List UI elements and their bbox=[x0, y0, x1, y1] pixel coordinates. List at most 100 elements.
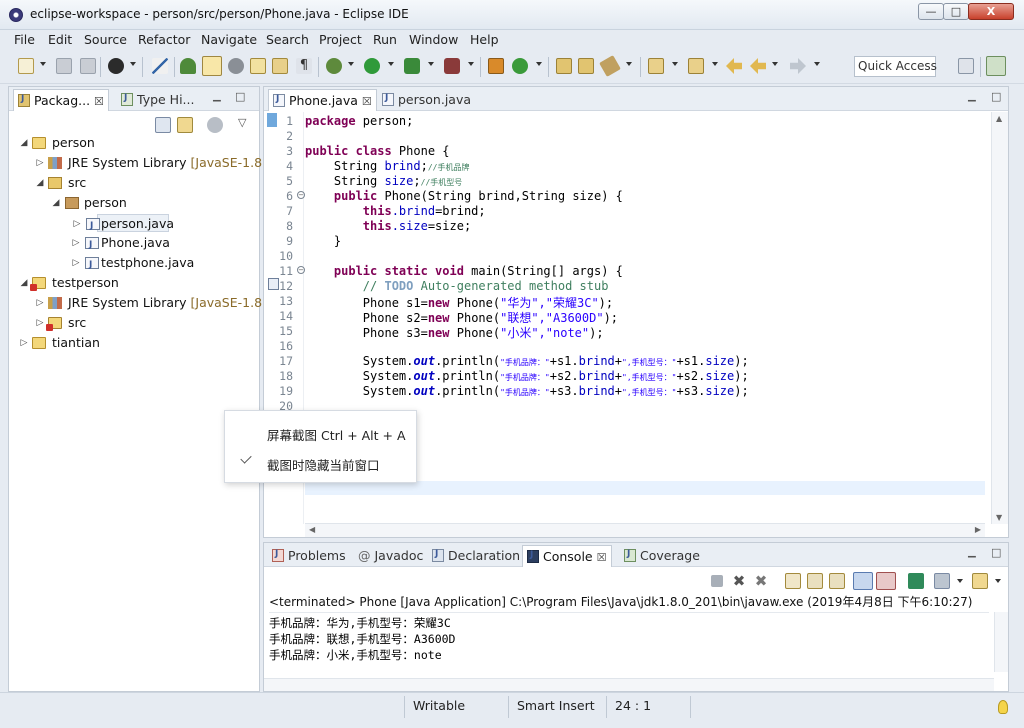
console-vertical-scrollbar[interactable] bbox=[994, 612, 1008, 672]
fold-toggle-icon[interactable]: − bbox=[297, 191, 305, 199]
scroll-lock-icon[interactable] bbox=[807, 573, 823, 589]
open-project-icon[interactable] bbox=[556, 58, 572, 74]
pilcrow-icon[interactable]: ¶ bbox=[296, 58, 312, 74]
tree-item-person-project[interactable]: ◢ person bbox=[9, 134, 259, 152]
lightbulb-icon[interactable] bbox=[998, 700, 1008, 714]
java-perspective-icon[interactable] bbox=[986, 56, 1006, 76]
chevron-down-icon[interactable] bbox=[772, 62, 778, 66]
forward-arrow-icon[interactable] bbox=[790, 58, 806, 74]
menu-item-hide-window[interactable]: 截图时隐藏当前窗口 bbox=[267, 455, 380, 474]
chevron-down-icon[interactable] bbox=[626, 62, 632, 66]
debug-icon[interactable] bbox=[326, 58, 342, 74]
show-on-stderr-icon[interactable] bbox=[876, 572, 896, 590]
tab-type-hierarchy[interactable]: Type Hi... bbox=[117, 89, 198, 111]
task-icon[interactable] bbox=[250, 58, 266, 74]
search-icon[interactable] bbox=[228, 58, 244, 74]
minimize-button[interactable]: — bbox=[918, 3, 944, 20]
tree-item-phone-java[interactable]: ▷ Phone.java bbox=[9, 234, 259, 254]
save-all-icon[interactable] bbox=[80, 58, 96, 74]
maximize-view-icon[interactable]: □ bbox=[235, 90, 245, 103]
clear-console-icon[interactable] bbox=[785, 573, 801, 589]
tree-item-tiantian-project[interactable]: ▷ tiantian bbox=[9, 334, 259, 352]
new-package-icon[interactable] bbox=[488, 58, 504, 74]
show-on-stdout-icon[interactable] bbox=[853, 572, 873, 590]
tree-item-jre-library[interactable]: ▷ JRE System Library [JavaSE-1.8] bbox=[9, 154, 267, 172]
vertical-scrollbar[interactable]: ▲ ▼ bbox=[991, 112, 1008, 524]
display-console-icon[interactable] bbox=[934, 573, 950, 589]
minimize-view-icon[interactable]: ▁ bbox=[213, 91, 221, 102]
horizontal-scrollbar[interactable]: ◀ ▶ bbox=[305, 523, 985, 537]
chevron-down-icon[interactable] bbox=[130, 62, 136, 66]
open-type-icon[interactable] bbox=[180, 58, 196, 74]
close-window-button[interactable]: X bbox=[968, 3, 1014, 20]
collapse-icon[interactable]: ▷ bbox=[35, 314, 45, 332]
menu-source[interactable]: Source bbox=[84, 32, 127, 47]
back-arrow-icon[interactable] bbox=[750, 58, 766, 74]
chevron-down-icon[interactable] bbox=[957, 579, 963, 583]
annotation-icon[interactable] bbox=[272, 58, 288, 74]
console-horizontal-scrollbar[interactable] bbox=[264, 678, 994, 691]
skip-breakpoints-icon[interactable] bbox=[152, 58, 168, 74]
chevron-down-icon[interactable] bbox=[712, 62, 718, 66]
tree-item-jre-library-2[interactable]: ▷ JRE System Library [JavaSE-1.8] bbox=[9, 294, 267, 312]
expand-icon[interactable]: ◢ bbox=[51, 194, 61, 212]
expand-icon[interactable]: ◢ bbox=[35, 174, 45, 192]
minimize-view-icon[interactable]: ▁ bbox=[968, 91, 976, 102]
expand-icon[interactable]: ◢ bbox=[19, 274, 29, 292]
menu-refactor[interactable]: Refactor bbox=[138, 32, 190, 47]
collapse-icon[interactable]: ▷ bbox=[72, 215, 82, 233]
scroll-right-icon[interactable]: ▶ bbox=[975, 525, 981, 534]
last-edit-icon[interactable] bbox=[726, 58, 742, 74]
minimize-view-icon[interactable]: ▁ bbox=[968, 547, 976, 558]
filter-icon[interactable] bbox=[207, 117, 223, 133]
tab-problems[interactable]: Problems bbox=[268, 545, 350, 567]
tree-item-testphone-java[interactable]: ▷ testphone.java bbox=[9, 254, 259, 274]
tab-package-explorer[interactable]: Packag...☒ bbox=[13, 89, 109, 111]
collapse-icon[interactable]: ▷ bbox=[35, 294, 45, 312]
menu-run[interactable]: Run bbox=[373, 32, 397, 47]
mark-occurrences-icon[interactable] bbox=[202, 56, 222, 76]
menu-item-screenshot[interactable]: 屏幕截图 Ctrl + Alt + A bbox=[267, 425, 406, 444]
chevron-down-icon[interactable] bbox=[40, 62, 46, 66]
terminate-icon[interactable] bbox=[711, 575, 723, 587]
new-icon[interactable] bbox=[18, 58, 34, 74]
remove-all-launches-icon[interactable]: ✖ bbox=[753, 573, 769, 589]
tab-coverage[interactable]: Coverage bbox=[620, 545, 704, 567]
open-console-icon[interactable] bbox=[972, 573, 988, 589]
word-wrap-icon[interactable] bbox=[829, 573, 845, 589]
menu-file[interactable]: File bbox=[14, 32, 35, 47]
menu-help[interactable]: Help bbox=[470, 32, 499, 47]
menu-navigate[interactable]: Navigate bbox=[201, 32, 257, 47]
console-output[interactable]: 手机品牌：华为,手机型号：荣耀3C 手机品牌：联想,手机型号：A3600D 手机… bbox=[269, 612, 989, 672]
collapse-icon[interactable]: ▷ bbox=[35, 154, 45, 172]
previous-annotation-icon[interactable] bbox=[688, 58, 704, 74]
tree-item-person-package[interactable]: ◢ person bbox=[9, 194, 259, 212]
menu-project[interactable]: Project bbox=[319, 32, 362, 47]
task-marker-icon[interactable] bbox=[268, 278, 279, 290]
maximize-button[interactable]: □ bbox=[943, 3, 969, 20]
tab-console[interactable]: Console ☒ bbox=[522, 545, 612, 567]
tab-phone-java[interactable]: Phone.java ☒ bbox=[268, 89, 377, 111]
expand-icon[interactable]: ◢ bbox=[19, 134, 29, 152]
chevron-down-icon[interactable] bbox=[468, 62, 474, 66]
tree-item-src[interactable]: ◢ src bbox=[9, 174, 259, 192]
close-icon[interactable]: ☒ bbox=[362, 95, 372, 108]
chevron-down-icon[interactable] bbox=[428, 62, 434, 66]
maximize-view-icon[interactable]: □ bbox=[991, 90, 1001, 103]
collapse-icon[interactable]: ▷ bbox=[71, 254, 81, 272]
collapse-icon[interactable]: ▷ bbox=[19, 334, 29, 352]
next-annotation-icon[interactable] bbox=[648, 58, 664, 74]
open-perspective-icon[interactable] bbox=[958, 58, 974, 74]
tree-item-testperson-project[interactable]: ◢ testperson bbox=[9, 274, 259, 292]
save-icon[interactable] bbox=[56, 58, 72, 74]
collapse-icon[interactable]: ▷ bbox=[71, 234, 81, 252]
pen-icon[interactable] bbox=[599, 55, 621, 77]
coverage-icon[interactable] bbox=[404, 58, 420, 74]
menu-search[interactable]: Search bbox=[266, 32, 309, 47]
quick-access-field[interactable]: Quick Access bbox=[854, 56, 937, 77]
scroll-left-icon[interactable]: ◀ bbox=[309, 525, 315, 534]
chevron-down-icon[interactable] bbox=[536, 62, 542, 66]
close-icon[interactable]: ☒ bbox=[597, 551, 607, 564]
scroll-up-icon[interactable]: ▲ bbox=[996, 114, 1002, 123]
chevron-down-icon[interactable] bbox=[672, 62, 678, 66]
